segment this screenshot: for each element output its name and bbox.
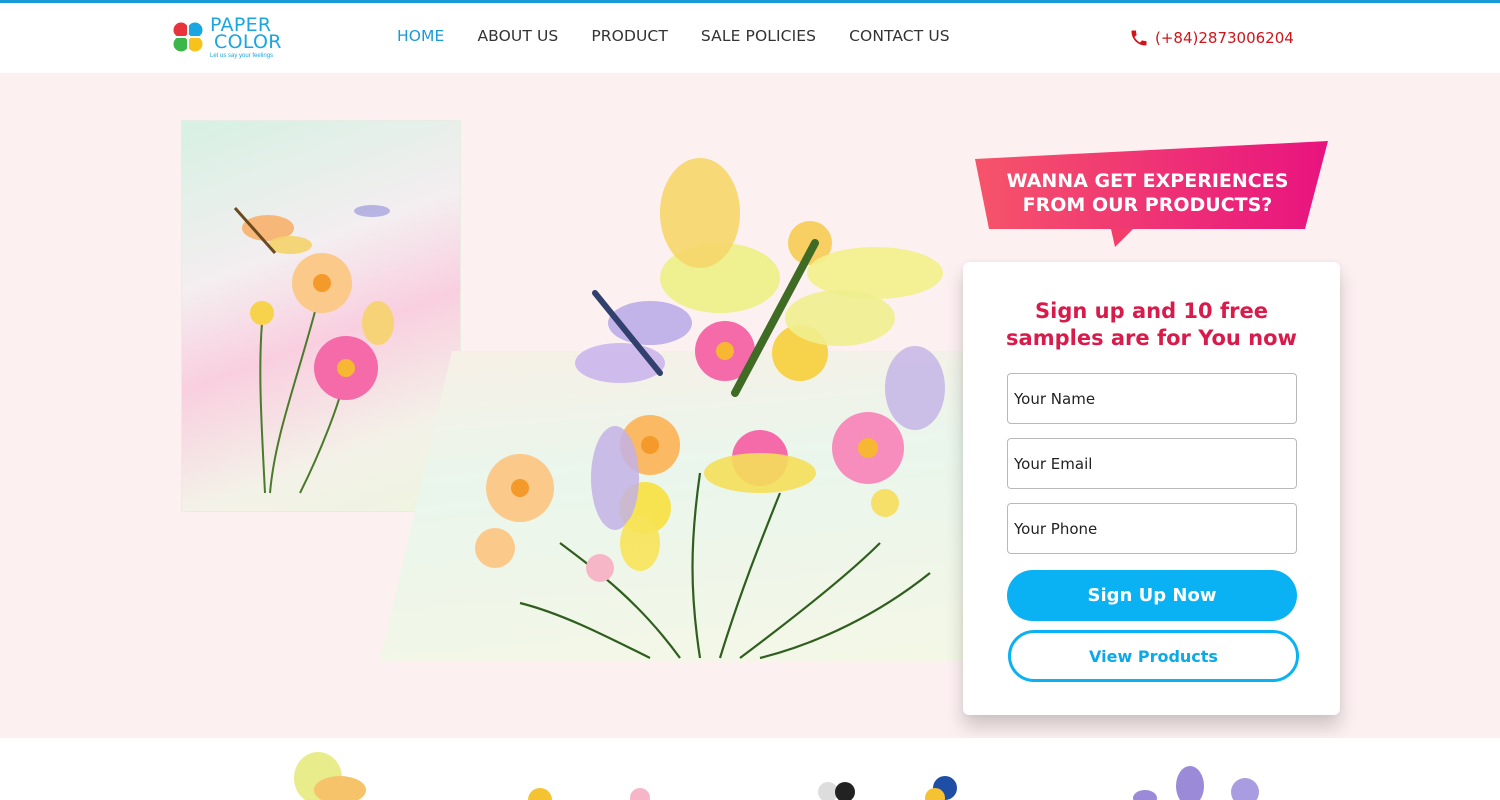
product-thumb-1 <box>294 752 366 800</box>
nav-sale-policies[interactable]: SALE POLICIES <box>701 27 816 45</box>
product-thumbnails <box>294 752 1259 800</box>
promo-banner: WANNA GET EXPERIENCES FROM OUR PRODUCTS? <box>975 141 1328 249</box>
signup-title-line-1: Sign up and 10 free <box>1035 299 1268 323</box>
back-card-flowers <box>250 253 378 400</box>
logo-petals-icon <box>172 21 204 53</box>
site-header: PAPER COLOR Let us say your feelings HOM… <box>0 3 1500 73</box>
nav-home[interactable]: HOME <box>397 27 444 45</box>
hero-section: WANNA GET EXPERIENCES FROM OUR PRODUCTS?… <box>0 73 1500 738</box>
brand-logo[interactable]: PAPER COLOR Let us say your feelings <box>172 16 292 63</box>
phone-number: (+84)2873006204 <box>1155 29 1294 47</box>
product-thumb-2 <box>528 788 650 800</box>
promo-banner-text: WANNA GET EXPERIENCES FROM OUR PRODUCTS? <box>975 169 1320 217</box>
promo-banner-line-1: WANNA GET EXPERIENCES <box>1006 170 1289 192</box>
nav-contact-us[interactable]: CONTACT US <box>849 27 950 45</box>
signup-form-title: Sign up and 10 free samples are for You … <box>963 298 1340 352</box>
nav-product[interactable]: PRODUCT <box>591 27 668 45</box>
promo-banner-line-2: FROM OUR PRODUCTS? <box>1022 194 1273 216</box>
view-products-button[interactable]: View Products <box>1008 630 1299 682</box>
sign-up-button[interactable]: Sign Up Now <box>1007 570 1297 621</box>
product-strip <box>0 738 1500 800</box>
product-thumb-3 <box>818 776 957 800</box>
email-field[interactable] <box>1007 438 1297 489</box>
header-phone[interactable]: (+84)2873006204 <box>1129 28 1294 48</box>
base-card-stems <box>519 472 931 660</box>
product-thumb-4 <box>1133 766 1259 800</box>
logo-wordmark: PAPER COLOR <box>210 16 282 53</box>
nav-about-us[interactable]: ABOUT US <box>477 27 558 45</box>
signup-title-line-2: samples are for You now <box>1006 326 1297 350</box>
logo-tagline: Let us say your feelings <box>210 53 274 59</box>
name-field[interactable] <box>1007 373 1297 424</box>
phone-field[interactable] <box>1007 503 1297 554</box>
phone-icon <box>1131 30 1147 46</box>
main-nav: HOME ABOUT US PRODUCT SALE POLICIES CONT… <box>397 27 983 45</box>
signup-form-card: Sign up and 10 free samples are for You … <box>963 262 1340 715</box>
logo-line-color: COLOR <box>214 31 282 53</box>
